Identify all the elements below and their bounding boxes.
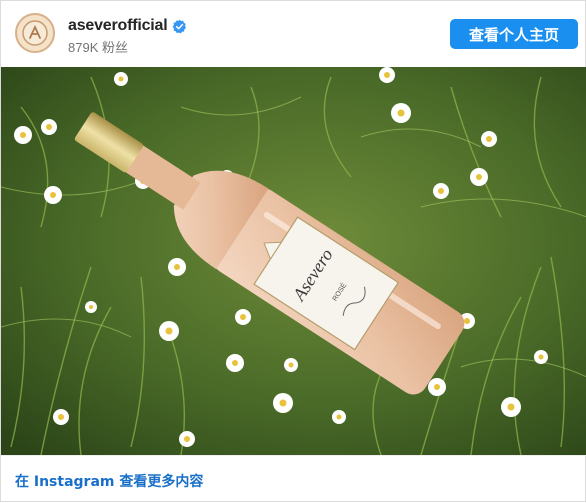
post-header: aseverofficial 879K 粉丝 查看个人主页 [1, 1, 586, 67]
post-image[interactable]: Asevero ROSÉ [1, 67, 586, 455]
post-photo-graphic: Asevero ROSÉ [1, 67, 586, 455]
verified-badge-icon [173, 19, 187, 33]
username[interactable]: aseverofficial [68, 17, 168, 35]
username-row: aseverofficial [68, 16, 187, 36]
follower-count: 879K 粉丝 [68, 40, 128, 55]
post-footer: 在 Instagram 查看更多内容 [1, 455, 586, 503]
avatar[interactable] [15, 13, 55, 53]
view-more-on-instagram-link[interactable]: 在 Instagram 查看更多内容 [15, 471, 203, 491]
view-profile-button[interactable]: 查看个人主页 [450, 19, 578, 49]
instagram-embed-card: aseverofficial 879K 粉丝 查看个人主页 Asevero RO… [0, 0, 586, 502]
brand-logo-icon [22, 20, 48, 46]
